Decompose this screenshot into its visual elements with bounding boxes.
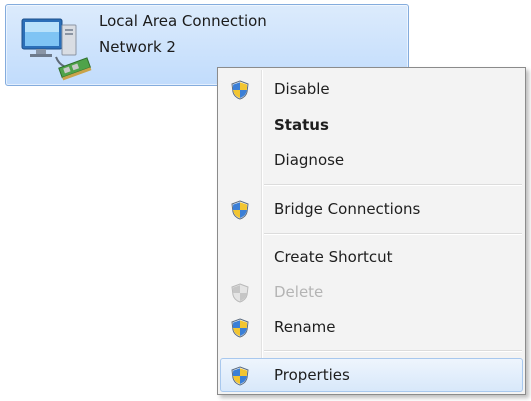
context-menu: Disable Status Diagnose Bridge Connectio…: [217, 67, 526, 395]
menu-separator: [264, 350, 522, 352]
uac-shield-icon: [231, 80, 249, 100]
uac-shield-icon: [231, 366, 249, 386]
menu-item-label: Properties: [274, 366, 350, 384]
menu-item-label: Disable: [274, 80, 330, 98]
menu-item-status[interactable]: Status: [220, 108, 523, 142]
connection-name: Local Area Connection: [99, 12, 267, 30]
menu-item-create-shortcut[interactable]: Create Shortcut: [220, 240, 523, 274]
uac-shield-icon: [231, 318, 249, 338]
menu-item-label: Status: [274, 116, 329, 134]
menu-item-bridge-connections[interactable]: Bridge Connections: [220, 192, 523, 226]
menu-item-properties[interactable]: Properties: [220, 358, 523, 392]
menu-item-label: Create Shortcut: [274, 248, 393, 266]
uac-shield-icon: [231, 283, 249, 303]
menu-item-label: Diagnose: [274, 151, 345, 169]
menu-item-label: Delete: [274, 283, 324, 301]
menu-item-delete: Delete: [220, 275, 523, 309]
menu-item-rename[interactable]: Rename: [220, 310, 523, 344]
menu-item-disable[interactable]: Disable: [220, 72, 523, 106]
menu-item-label: Bridge Connections: [274, 200, 421, 218]
menu-item-diagnose[interactable]: Diagnose: [220, 143, 523, 177]
uac-shield-icon: [231, 200, 249, 220]
desktop-window-area: Local Area Connection Network 2 Disable …: [0, 0, 531, 401]
menu-item-label: Rename: [274, 318, 336, 336]
menu-separator: [264, 233, 522, 235]
menu-separator: [264, 184, 522, 186]
connection-network: Network 2: [99, 38, 176, 56]
network-adapter-icon: [21, 18, 92, 81]
